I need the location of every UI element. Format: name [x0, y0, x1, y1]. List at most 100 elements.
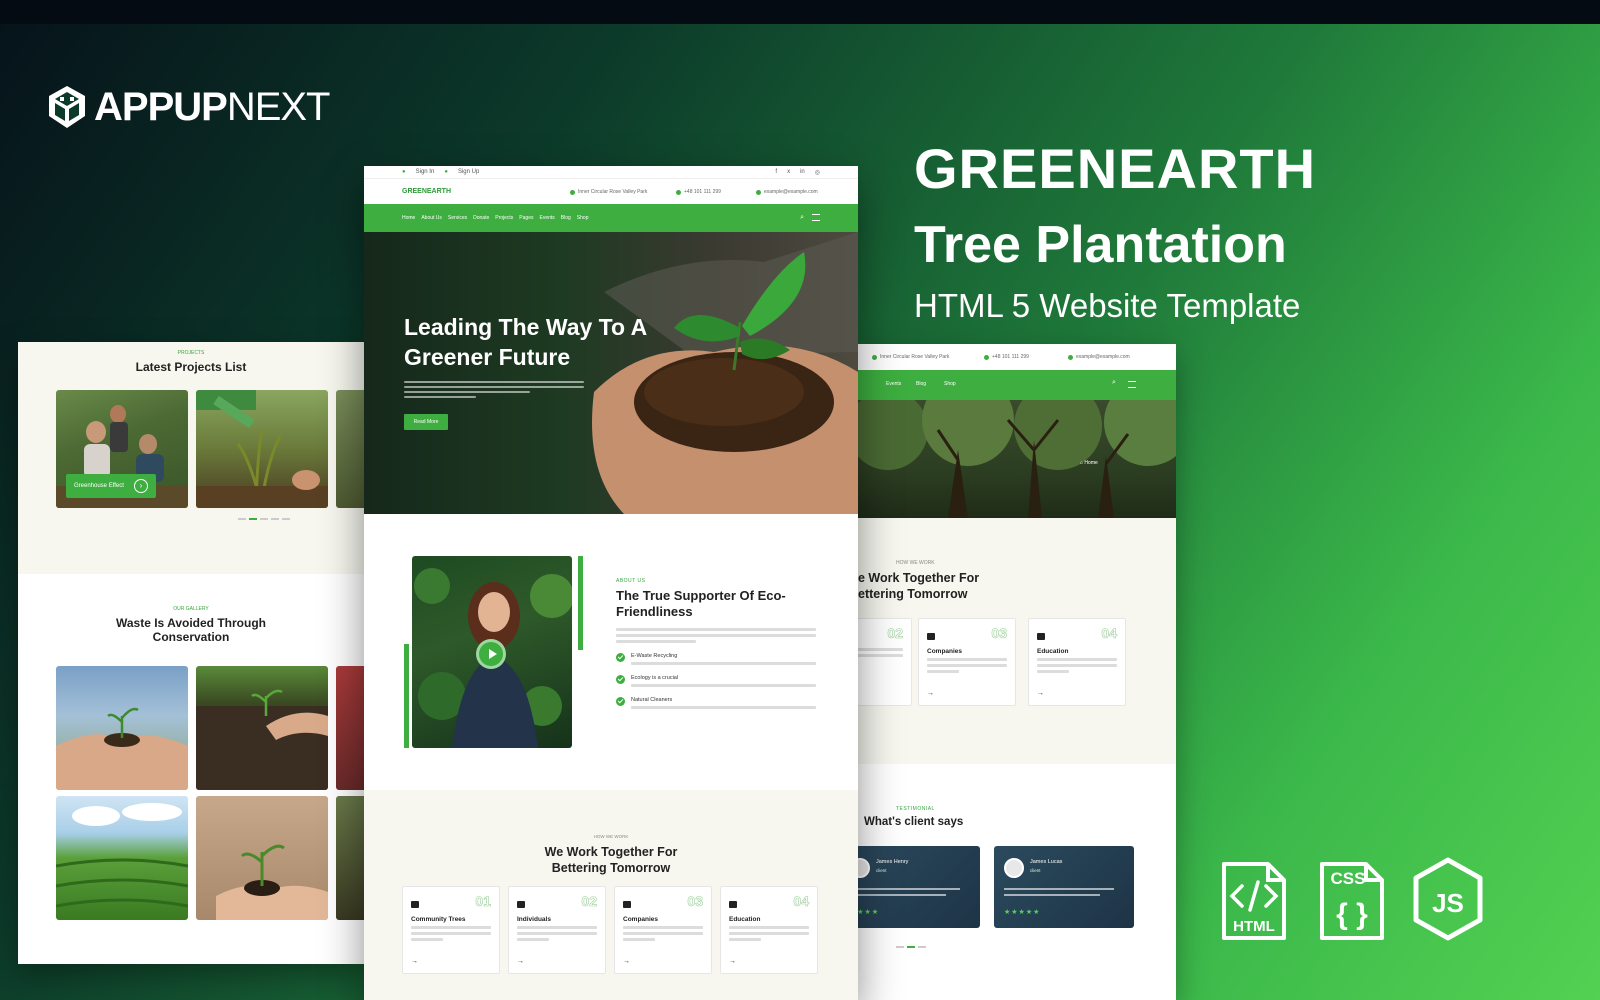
phone-icon	[676, 189, 681, 195]
service-card[interactable]: 02 Individuals →	[508, 886, 606, 974]
arrow-right-icon[interactable]: →	[729, 958, 736, 965]
instagram-icon[interactable]: ◎	[815, 169, 820, 176]
svg-text:HTML: HTML	[1233, 918, 1275, 935]
product-title: GREENEARTH	[914, 137, 1317, 200]
hero-section: Leading The Way To A Greener Future Read …	[364, 232, 858, 514]
forest-canopy-image	[858, 400, 1176, 518]
nav-blog[interactable]: Blog	[916, 381, 926, 387]
nav-projects[interactable]: Projects	[495, 215, 513, 221]
service-card[interactable]: 01 Community Trees →	[402, 886, 500, 974]
testimonial-pagination[interactable]	[896, 946, 926, 948]
client-name: James Lucas	[1030, 859, 1063, 865]
hand-plant-image	[216, 844, 328, 920]
service-card[interactable]: 04 Education →	[720, 886, 818, 974]
nav-about[interactable]: About Us	[421, 215, 442, 221]
site-logo[interactable]: GREENEARTH	[402, 188, 451, 195]
svg-text:JS: JS	[1432, 888, 1464, 918]
play-video-button[interactable]	[476, 639, 506, 669]
nav-blog[interactable]: Blog	[561, 215, 571, 221]
testimonial-eyebrow: TESTIMONIAL	[896, 806, 935, 812]
arrow-right-icon[interactable]: →	[411, 958, 418, 965]
arrow-right-icon[interactable]: →	[517, 958, 524, 965]
gallery-photo-hand-plant	[196, 796, 328, 920]
mail-icon	[756, 189, 761, 195]
html-file-icon: HTML	[1222, 862, 1286, 940]
center-page-preview: ● Sign In ● Sign Up f x in ◎ GREENEARTH …	[364, 166, 858, 1000]
gallery-photo-partial-1	[336, 666, 364, 790]
top-strip	[0, 0, 1600, 24]
hero-title: Leading The Way To A Greener Future	[404, 314, 648, 370]
check-icon	[616, 653, 625, 662]
phone-info: +48 101 111 299	[984, 354, 1029, 360]
client-role: client	[876, 868, 887, 873]
service-card[interactable]: 03 Companies →	[918, 618, 1016, 706]
avatar	[1004, 858, 1024, 878]
testimonial-title: What's client says	[864, 816, 964, 828]
sign-up-link[interactable]: Sign Up	[458, 169, 479, 175]
arrow-right-icon[interactable]: →	[927, 690, 934, 697]
star-rating: ★★★★★	[1004, 909, 1041, 916]
x-icon[interactable]: x	[787, 169, 790, 175]
about-point: E-Waste Recycling	[616, 653, 816, 665]
nav-shop[interactable]: Shop	[577, 215, 589, 221]
nav-pages[interactable]: Pages	[519, 215, 533, 221]
about-title: The True Supporter Of Eco- Friendliness	[616, 588, 786, 619]
brand-wordmark: APPUPNEXT	[94, 85, 330, 129]
page-banner: ⌂ Home	[858, 400, 1176, 518]
gallery-title-line2: Conservation	[152, 630, 230, 644]
read-more-button[interactable]: Read More	[404, 414, 448, 430]
nav-icons: ⌕	[800, 214, 820, 221]
about-description	[616, 628, 816, 643]
project-tag-greenhouse[interactable]: Greenhouse Effect ›	[66, 474, 156, 498]
projects-title: Latest Projects List	[135, 360, 247, 374]
address-info: Inner Circular Rose Valley Park	[570, 189, 647, 195]
nodejs-hexagon-icon: JS	[1413, 857, 1483, 941]
facebook-icon[interactable]: f	[775, 169, 777, 175]
gallery-photo-tea-field	[56, 796, 188, 920]
menu-icon[interactable]	[1128, 381, 1136, 388]
work-eyebrow: HOW WE WORK	[593, 834, 629, 839]
project-photo-watering	[196, 390, 328, 508]
graduation-cap-icon	[729, 901, 737, 908]
project-photo-planting: Greenhouse Effect ›	[56, 390, 188, 508]
gallery-photo-partial-2	[336, 796, 364, 920]
nav-shop[interactable]: Shop	[944, 381, 956, 387]
nav-donate[interactable]: Donate	[473, 215, 489, 221]
work-section: HOW WE WORK e Work Together For ettering …	[858, 518, 1176, 764]
tea-field-image	[56, 803, 188, 908]
menu-icon[interactable]	[812, 214, 820, 221]
user-icon: ●	[444, 169, 448, 175]
sign-in-link[interactable]: Sign In	[416, 169, 435, 175]
search-icon[interactable]: ⌕	[1112, 379, 1116, 387]
linkedin-icon[interactable]: in	[800, 169, 805, 175]
avatar	[858, 858, 870, 878]
mail-icon	[1068, 354, 1073, 360]
hands-soil-sapling-image	[592, 232, 858, 514]
service-card[interactable]: 02→	[858, 618, 912, 706]
nav-services[interactable]: Services	[448, 215, 467, 221]
testimonial-section: TESTIMONIAL What's client says James Hen…	[858, 764, 1176, 1000]
gallery-title-line1: Waste Is Avoided Through	[115, 616, 266, 630]
about-section: ABOUT US The True Supporter Of Eco- Frien…	[364, 514, 858, 790]
left-page-preview: PROJECTS Latest Projects List Greenhouse…	[18, 342, 364, 964]
product-tagline: HTML 5 Website Template	[914, 287, 1301, 324]
search-icon[interactable]: ⌕	[800, 214, 804, 221]
location-icon	[872, 354, 877, 360]
star-rating: ★★★★	[858, 909, 880, 916]
arrow-right-icon[interactable]: →	[1037, 690, 1044, 697]
product-headline: GREENEARTH Tree Plantation HTML 5 Websit…	[914, 138, 1316, 326]
site-header: Inner Circular Rose Valley Park +48 101 …	[858, 344, 1176, 370]
building-icon	[623, 901, 631, 908]
breadcrumb-home[interactable]: Home	[1084, 460, 1097, 466]
nav-home[interactable]: Home	[402, 215, 415, 221]
nav-events[interactable]: Events	[886, 381, 901, 387]
service-card[interactable]: 04 Education →	[1028, 618, 1126, 706]
phone-icon	[984, 354, 989, 360]
work-title: We Work Together For Bettering Tomorrow	[544, 845, 678, 875]
project-photo-partial	[336, 390, 364, 508]
projects-pagination[interactable]	[238, 518, 290, 520]
service-card[interactable]: 03 Companies →	[614, 886, 712, 974]
check-icon	[616, 697, 625, 706]
nav-events[interactable]: Events	[539, 215, 554, 221]
arrow-right-icon[interactable]: →	[623, 958, 630, 965]
